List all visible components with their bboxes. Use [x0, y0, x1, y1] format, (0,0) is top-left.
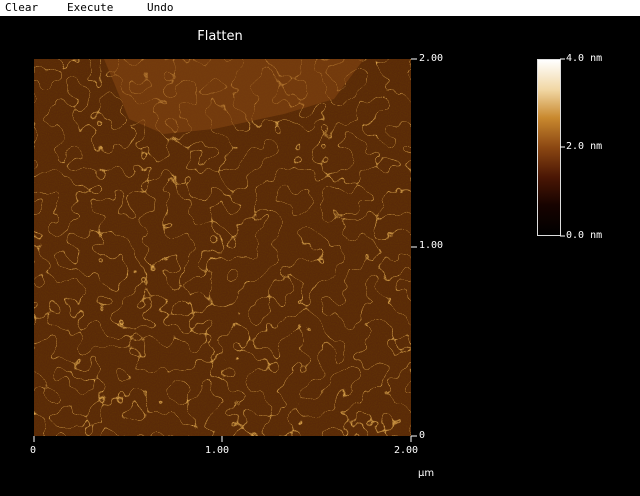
colorbar-mid-label: 2.0 nm: [566, 141, 603, 152]
undo-menu-item[interactable]: Undo: [147, 0, 174, 16]
x-tick-label-right: 2.00: [394, 445, 419, 456]
colorbar-max-label: 4.0 nm: [566, 53, 603, 64]
execute-menu-item[interactable]: Execute: [67, 0, 113, 16]
x-tick-label-mid: 1.00: [205, 445, 230, 456]
image-title: Flatten: [197, 29, 243, 44]
colorbar-min-label: 0.0 nm: [566, 230, 603, 241]
afm-height-image[interactable]: [34, 59, 411, 436]
clear-menu-item[interactable]: Clear: [5, 0, 38, 16]
x-axis-unit: µm: [418, 468, 435, 479]
x-axis: [33, 436, 412, 442]
y-tick-label-mid: 1.00: [419, 240, 444, 251]
height-colorbar: [537, 59, 561, 236]
y-tick-label-top: 2.00: [419, 53, 444, 64]
menu-bar: Clear Execute Undo: [0, 0, 640, 16]
x-tick-label-left: 0: [30, 445, 37, 456]
